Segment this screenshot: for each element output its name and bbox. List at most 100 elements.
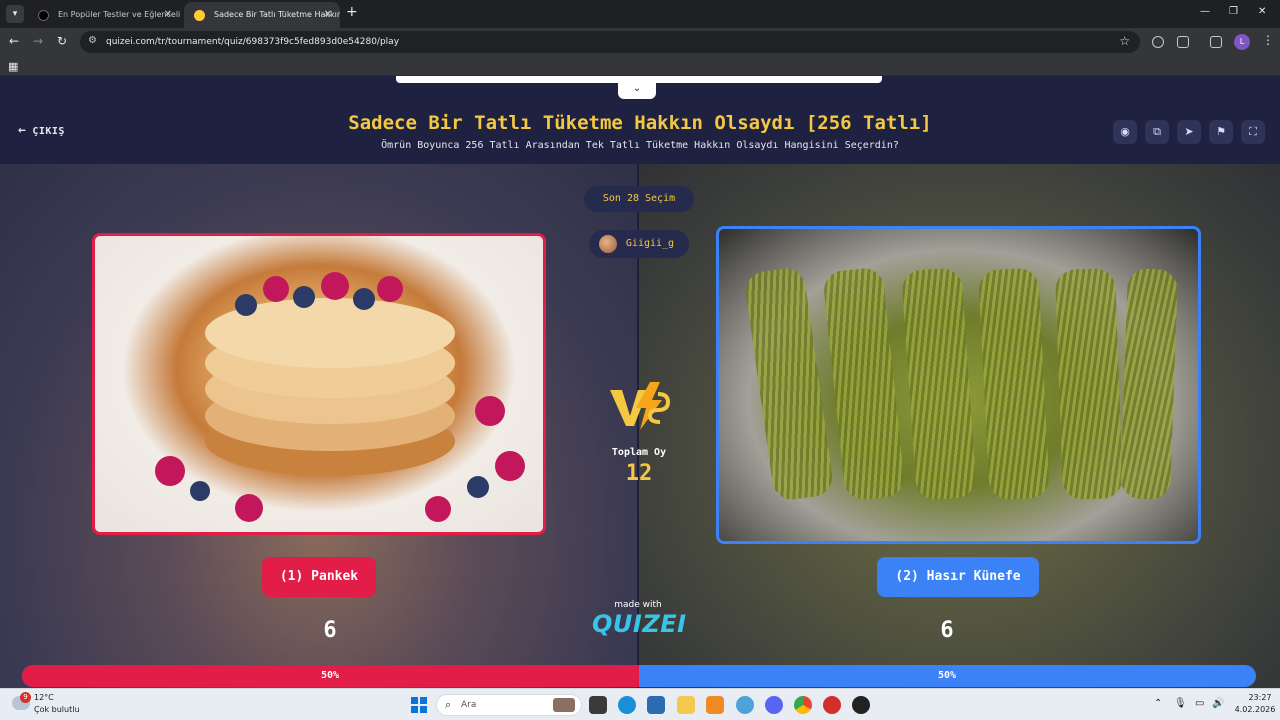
taskbar-search-input[interactable]: ⌕ Ara <box>436 694 582 716</box>
blueberry <box>467 476 489 498</box>
app-icon[interactable] <box>736 696 754 714</box>
eye-icon[interactable]: ◉ <box>1113 120 1137 144</box>
choice-button-right[interactable]: (2) Hasır Künefe <box>877 557 1039 597</box>
bookmark-star-icon[interactable]: ☆ <box>1119 34 1130 48</box>
tab-favicon-icon <box>38 10 49 21</box>
raspberry <box>263 276 289 302</box>
quiz-page: ← ÇIKIŞ Sadece Bir Tatlı Tüketme Hakkın O… <box>0 76 1280 688</box>
chrome-icon[interactable] <box>794 696 812 714</box>
blueberry <box>235 294 257 316</box>
file-explorer-icon[interactable] <box>677 696 695 714</box>
profile-avatar[interactable]: L <box>1234 34 1250 50</box>
weather-condition[interactable]: Çok bulutlu <box>34 705 80 714</box>
fullscreen-icon[interactable]: ⛶ <box>1241 120 1265 144</box>
extensions-puzzle-icon[interactable] <box>1177 36 1189 48</box>
tab-title: Sadece Bir Tatlı Tüketme Hakkın <box>214 10 340 19</box>
browser-tab-active[interactable]: Sadece Bir Tatlı Tüketme Hakkın ✕ <box>184 2 340 28</box>
tab-close-icon[interactable]: ✕ <box>164 2 172 28</box>
browser-tab-strip: ▾ En Popüler Testler ve Eğlenceli T ✕ Sa… <box>0 0 1280 28</box>
vote-count-right: 6 <box>940 618 954 643</box>
recent-choices-pill[interactable]: Son 28 Seçim <box>584 186 694 212</box>
share-icon[interactable]: ⧉ <box>1145 120 1169 144</box>
quiz-header: ← ÇIKIŞ Sadece Bir Tatlı Tüketme Hakkın O… <box>0 98 1280 164</box>
raspberry <box>425 496 451 522</box>
kunefe-strand <box>1055 268 1123 500</box>
blueberry <box>190 481 210 501</box>
kunefe-strand <box>978 267 1050 501</box>
restore-icon[interactable]: ❐ <box>1229 6 1238 17</box>
address-bar[interactable]: ⚙ quizei.com/tr/tournament/quiz/698373f9… <box>80 31 1140 53</box>
edge-icon[interactable] <box>618 696 636 714</box>
quiz-title: Sadece Bir Tatlı Tüketme Hakkın Olsaydı … <box>348 112 932 134</box>
app-icon[interactable] <box>823 696 841 714</box>
app-icon[interactable] <box>852 696 870 714</box>
forward-icon[interactable]: → <box>33 34 43 48</box>
total-votes-label: Toplam Oy <box>611 447 667 458</box>
weather-badge: 9 <box>20 692 31 703</box>
made-with-label: made with <box>614 600 662 610</box>
browser-tab[interactable]: En Popüler Testler ve Eğlenceli T ✕ <box>28 2 180 28</box>
extension-icon[interactable] <box>1152 36 1164 48</box>
tab-favicon-icon <box>194 10 205 21</box>
versus-icon <box>610 382 671 430</box>
minimize-icon[interactable]: — <box>1200 6 1210 17</box>
reading-list-icon[interactable] <box>1210 36 1222 48</box>
apps-grid-icon[interactable]: ▦ <box>8 60 18 73</box>
search-highlight-icon <box>553 698 575 712</box>
user-avatar <box>599 235 617 253</box>
store-icon[interactable] <box>647 696 665 714</box>
windows-start-icon[interactable] <box>411 697 427 713</box>
blueberry <box>293 286 315 308</box>
blueberry <box>353 288 375 310</box>
microphone-icon[interactable]: 🎙 <box>1174 698 1187 709</box>
user-pill[interactable]: Giigii_g <box>589 230 689 258</box>
reload-icon[interactable]: ↻ <box>57 34 67 48</box>
url-text[interactable]: quizei.com/tr/tournament/quiz/698373f9c5… <box>106 31 399 53</box>
bookmarks-bar: ▦ <box>0 56 1280 76</box>
tab-title: En Popüler Testler ve Eğlenceli T <box>58 10 180 19</box>
search-placeholder: Ara <box>461 700 477 710</box>
back-icon[interactable]: ← <box>9 34 19 48</box>
percent-label-left: 50% <box>321 670 340 681</box>
browser-toolbar: ← → ↻ ⚙ quizei.com/tr/tournament/quiz/69… <box>0 28 1280 56</box>
app-icon[interactable] <box>706 696 724 714</box>
chevron-down-icon[interactable]: ⌄ <box>618 81 656 99</box>
search-icon: ⌕ <box>445 698 452 711</box>
quizei-logo[interactable]: QUIZEI <box>592 610 686 638</box>
volume-icon[interactable]: 🔊 <box>1212 698 1224 709</box>
network-icon[interactable]: ▭ <box>1195 698 1204 709</box>
kunefe-strand <box>743 265 835 503</box>
new-tab-button[interactable]: + <box>346 4 358 20</box>
clock-time[interactable]: 23:27 <box>1243 693 1277 702</box>
raspberry <box>475 396 505 426</box>
total-votes-value: 12 <box>625 461 653 486</box>
raspberry <box>377 276 403 302</box>
send-icon[interactable]: ➤ <box>1177 120 1201 144</box>
close-window-icon[interactable]: ✕ <box>1258 6 1266 17</box>
raspberry <box>235 494 263 522</box>
clock-date[interactable]: 4.02.2026 <box>1232 705 1278 714</box>
task-view-icon[interactable] <box>589 696 607 714</box>
vote-ratio-bar: 50% 50% <box>22 665 1256 687</box>
choice-button-left[interactable]: (1) Pankek <box>262 557 376 597</box>
flag-icon[interactable]: ⚑ <box>1209 120 1233 144</box>
browser-menu-icon[interactable]: ⋮ <box>1262 33 1274 47</box>
discord-icon[interactable] <box>765 696 783 714</box>
kunefe-strand <box>1120 268 1178 500</box>
choice-image-right[interactable] <box>716 226 1201 544</box>
kunefe-strand <box>901 267 977 501</box>
temperature[interactable]: 12°C <box>34 693 54 702</box>
tray-chevron-icon[interactable]: ⌃ <box>1154 698 1162 709</box>
site-info-icon[interactable]: ⚙ <box>88 35 97 46</box>
tab-close-icon[interactable]: ✕ <box>324 2 332 28</box>
quiz-subtitle: Ömrün Boyunca 256 Tatlı Arasından Tek Ta… <box>381 140 899 151</box>
tab-search-button[interactable]: ▾ <box>6 5 24 23</box>
percent-label-right: 50% <box>938 670 957 681</box>
windows-taskbar: 9 12°C Çok bulutlu ⌕ Ara ⌃ 🎙 ▭ 🔊 23:27 4… <box>0 688 1280 720</box>
raspberry <box>495 451 525 481</box>
raspberry <box>321 272 349 300</box>
kunefe-strand <box>822 266 906 502</box>
raspberry <box>155 456 185 486</box>
vote-count-left: 6 <box>323 618 337 643</box>
choice-image-left[interactable] <box>92 233 546 535</box>
